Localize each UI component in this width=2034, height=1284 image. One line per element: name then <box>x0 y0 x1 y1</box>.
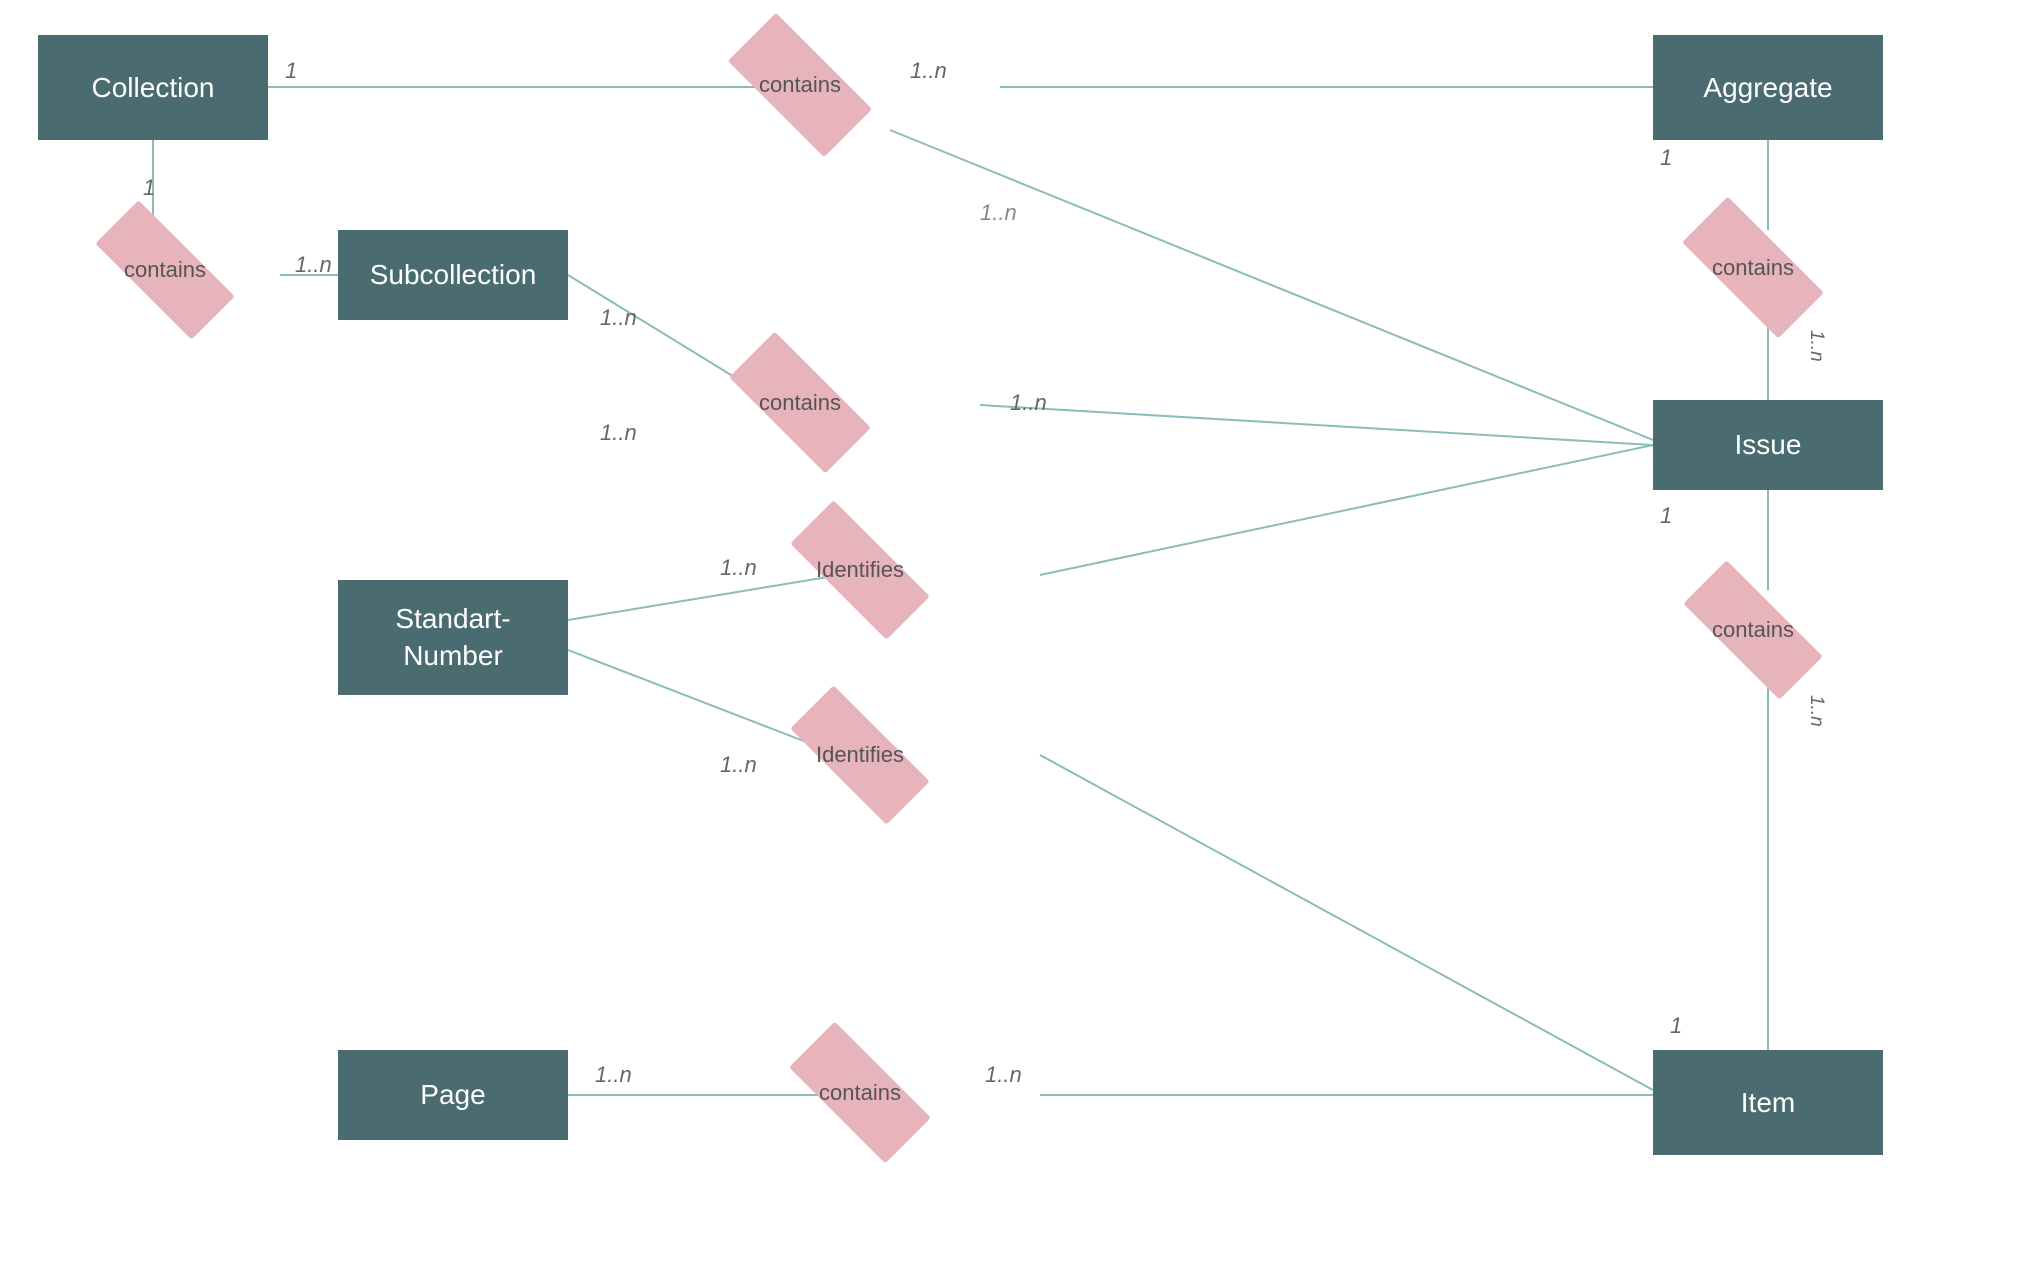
entity-page: Page <box>338 1050 568 1140</box>
card-17: 1..n <box>985 1062 1022 1088</box>
card-15: 1 <box>1670 1013 1682 1039</box>
card-10: 1..n <box>1010 390 1047 416</box>
card-9: 1..n <box>600 420 637 446</box>
entity-aggregate: Aggregate <box>1653 35 1883 140</box>
card-13: 1 <box>1660 503 1672 529</box>
card-6: 1..n <box>1805 330 1827 362</box>
card-5: 1 <box>1660 145 1672 171</box>
card-14: 1..n <box>1805 695 1827 727</box>
card-16: 1..n <box>595 1062 632 1088</box>
entity-subcollection: Subcollection <box>338 230 568 320</box>
diamond-contains-left: contains <box>65 225 265 315</box>
card-4: 1..n <box>295 252 332 278</box>
entity-item: Item <box>1653 1050 1883 1155</box>
card-8: 1..n <box>980 200 1017 226</box>
card-12: 1..n <box>720 752 757 778</box>
card-11: 1..n <box>720 555 757 581</box>
card-2: 1..n <box>910 58 947 84</box>
card-7: 1..n <box>600 305 637 331</box>
entity-standart-number: Standart- Number <box>338 580 568 695</box>
diagram-container: Collection Aggregate Subcollection Issue… <box>0 0 2034 1284</box>
diamond-contains-mid: contains <box>700 355 900 450</box>
card-1: 1 <box>285 58 297 84</box>
diamond-identifies-bot: Identifies <box>760 710 960 800</box>
diamond-identifies-top: Identifies <box>760 525 960 615</box>
entity-collection: Collection <box>38 35 268 140</box>
diamond-contains-page: contains <box>760 1045 960 1140</box>
diamond-contains-top: contains <box>700 35 900 135</box>
card-3: 1 <box>143 175 155 201</box>
entity-issue: Issue <box>1653 400 1883 490</box>
diamond-contains-right: contains <box>1653 220 1853 315</box>
diamond-contains-issue: contains <box>1653 585 1853 675</box>
